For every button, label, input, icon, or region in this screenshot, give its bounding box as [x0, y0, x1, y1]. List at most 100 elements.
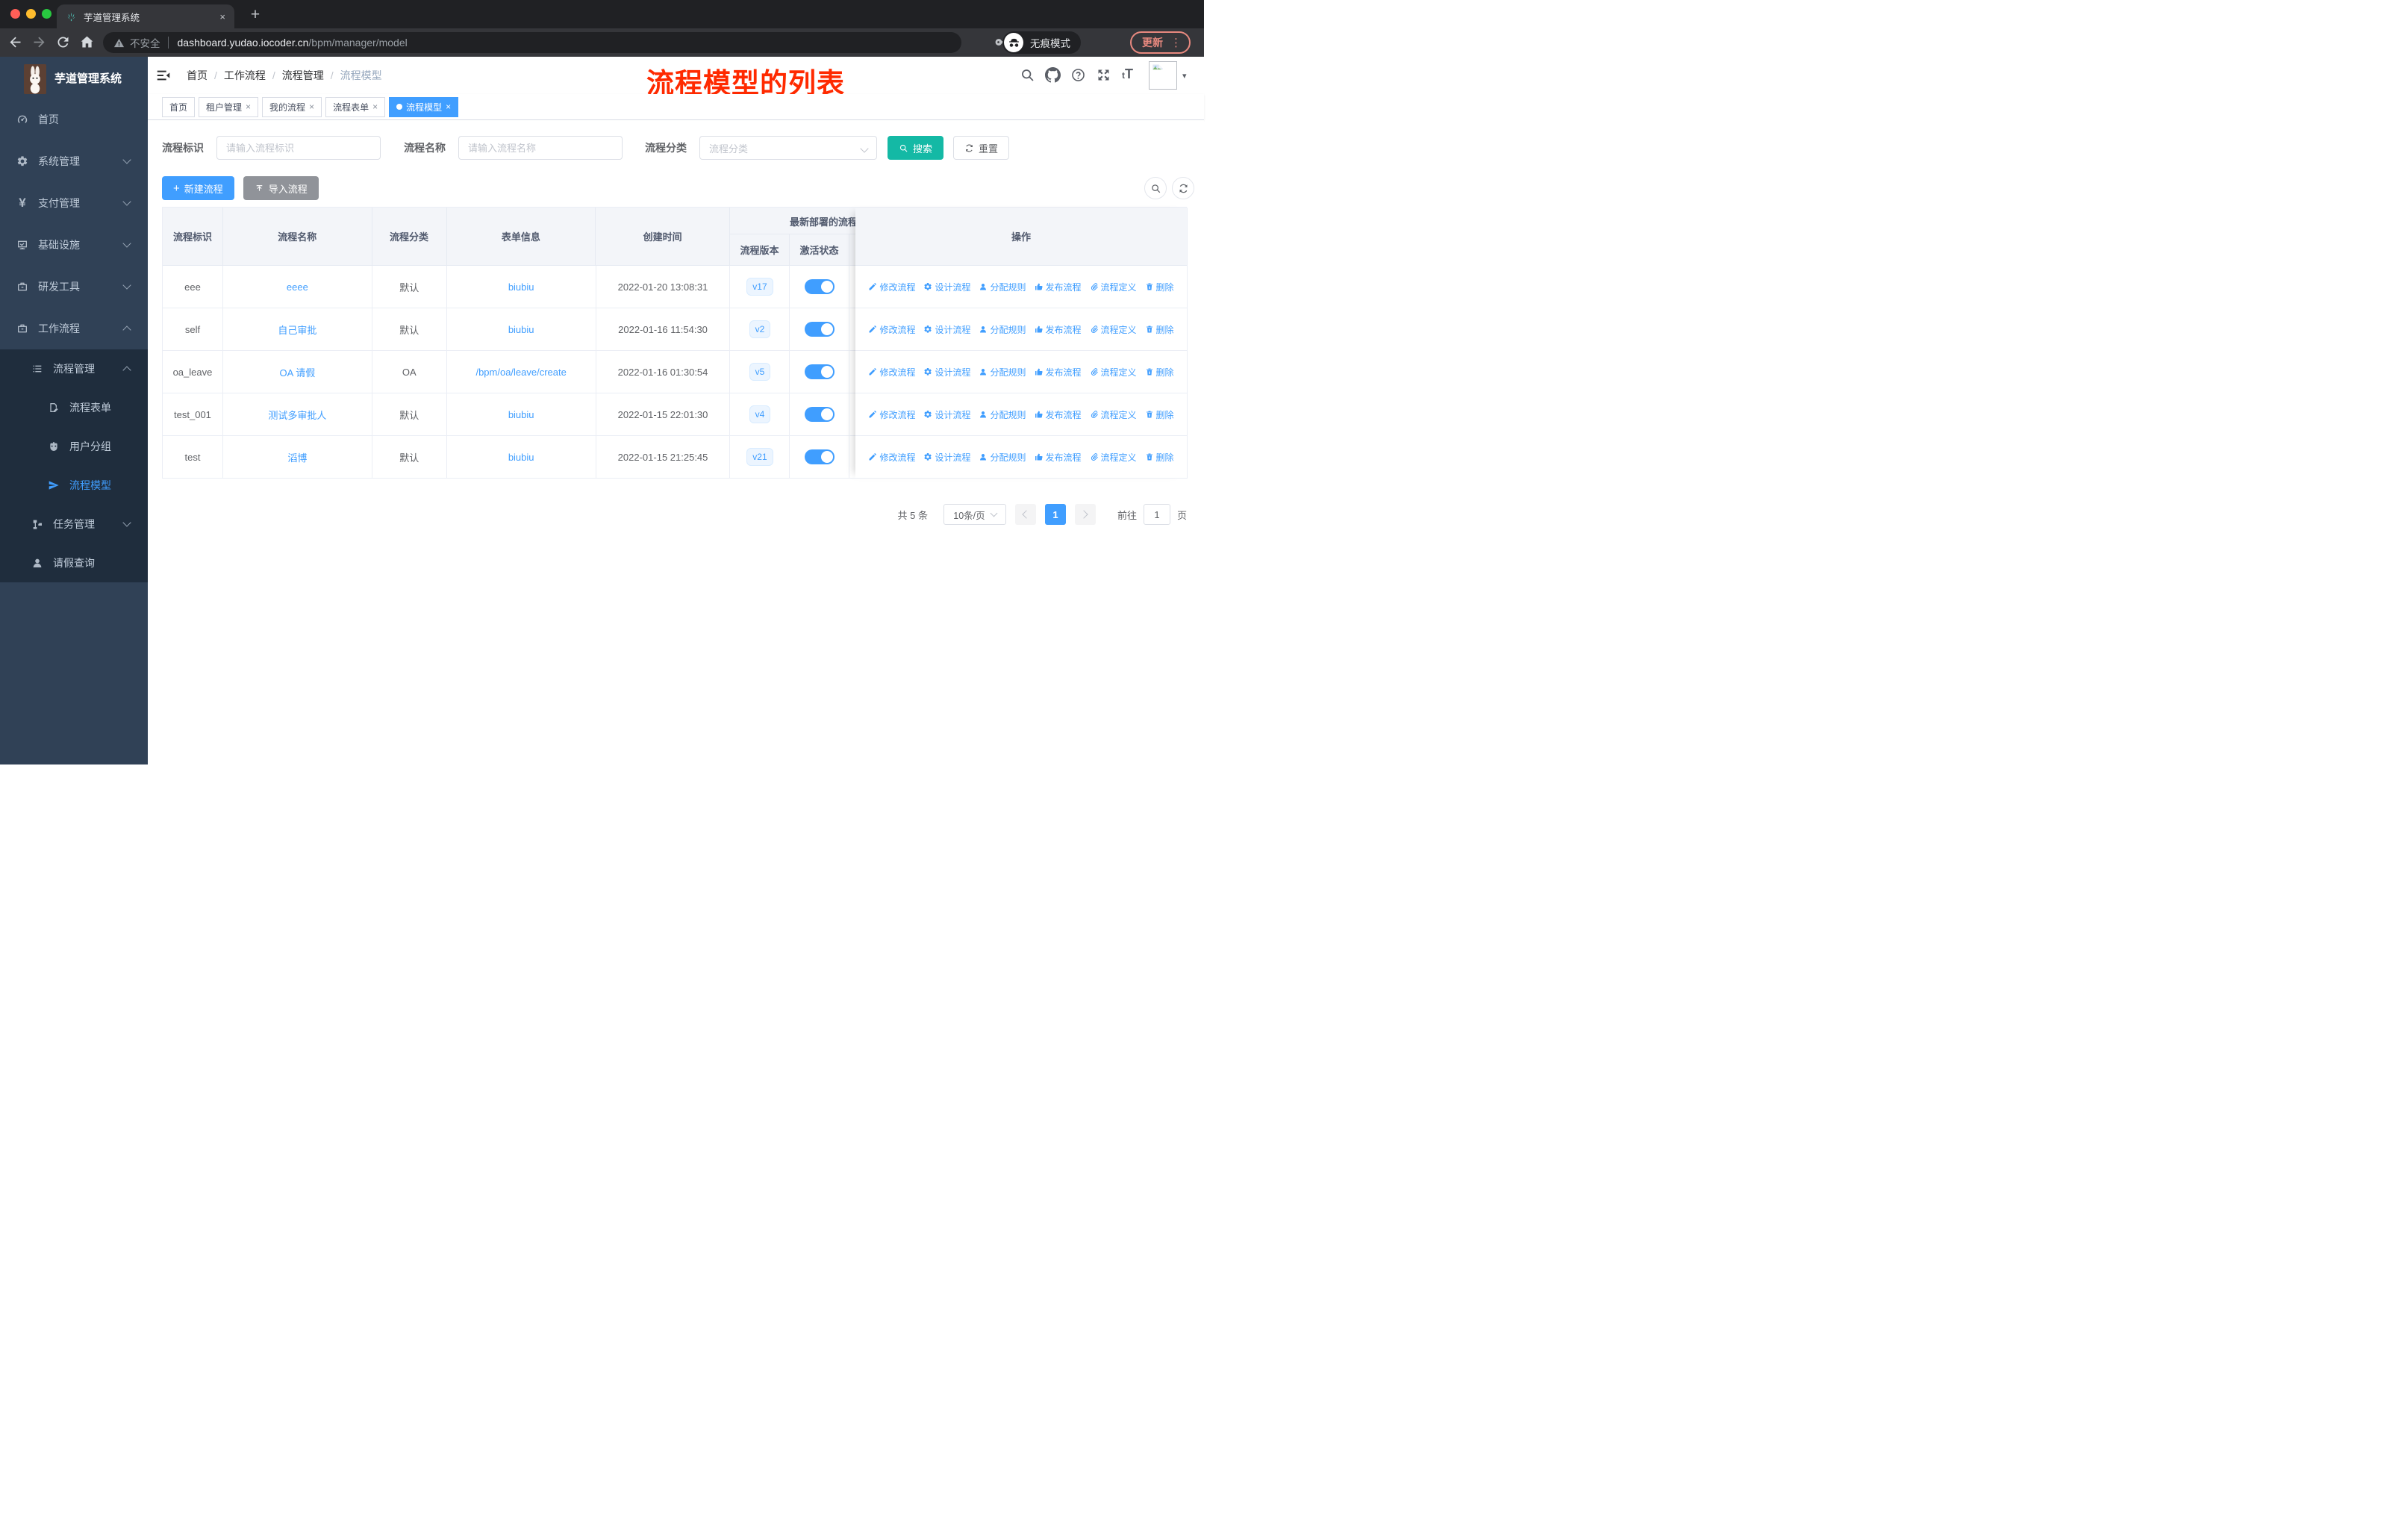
- table-refresh-button[interactable]: [1172, 177, 1194, 199]
- tag-tenant-management[interactable]: 租户管理 ×: [199, 96, 259, 117]
- active-toggle[interactable]: [804, 364, 835, 379]
- sidebar-item-process-model[interactable]: 流程模型: [0, 466, 148, 505]
- action-assign-rule-link[interactable]: 分配规则: [979, 366, 1026, 379]
- sidebar-item-system[interactable]: 系统管理: [0, 140, 148, 182]
- action-definition-link[interactable]: 流程定义: [1090, 366, 1137, 379]
- sidebar-item-task-management[interactable]: 任务管理: [0, 505, 148, 544]
- action-delete-link[interactable]: 删除: [1145, 408, 1174, 421]
- action-publish-link[interactable]: 发布流程: [1035, 281, 1082, 293]
- reload-icon[interactable]: [55, 34, 71, 50]
- tag-my-process[interactable]: 我的流程 ×: [262, 96, 322, 117]
- back-icon[interactable]: [7, 34, 23, 50]
- action-modify-link[interactable]: 修改流程: [868, 323, 915, 336]
- action-design-link[interactable]: 设计流程: [923, 281, 970, 293]
- browser-update-button[interactable]: 更新 ⋮: [1130, 31, 1191, 54]
- import-process-button[interactable]: 导入流程: [243, 176, 319, 200]
- process-name-link[interactable]: 滔博: [287, 450, 307, 464]
- close-tab-icon[interactable]: ×: [219, 11, 225, 22]
- tag-process-form[interactable]: 流程表单 ×: [325, 96, 386, 117]
- active-toggle[interactable]: [804, 407, 835, 422]
- tag-home[interactable]: 首页: [162, 96, 196, 117]
- create-process-button[interactable]: + 新建流程: [162, 176, 234, 200]
- action-modify-link[interactable]: 修改流程: [868, 451, 915, 464]
- action-publish-link[interactable]: 发布流程: [1035, 366, 1082, 379]
- tag-process-model[interactable]: 流程模型 ×: [389, 96, 459, 117]
- sidebar-item-payment[interactable]: ¥ 支付管理: [0, 182, 148, 224]
- browser-tab[interactable]: 芋道管理系统 ×: [57, 4, 234, 28]
- window-controls[interactable]: [10, 9, 52, 19]
- breadcrumb-item[interactable]: 流程管理: [282, 68, 324, 83]
- action-delete-link[interactable]: 删除: [1145, 451, 1174, 464]
- close-icon[interactable]: ×: [309, 102, 314, 112]
- prev-page-button[interactable]: [1014, 504, 1036, 525]
- new-tab-button[interactable]: +: [243, 4, 267, 26]
- maximize-window-button[interactable]: [42, 9, 52, 19]
- active-toggle[interactable]: [804, 322, 835, 337]
- sidebar-item-process-management[interactable]: 流程管理: [0, 349, 148, 388]
- form-link[interactable]: biubiu: [508, 281, 534, 293]
- avatar-caret-icon[interactable]: ▾: [1182, 71, 1187, 81]
- version-badge[interactable]: v21: [746, 448, 773, 466]
- action-definition-link[interactable]: 流程定义: [1090, 281, 1137, 293]
- close-icon[interactable]: ×: [446, 102, 451, 112]
- action-definition-link[interactable]: 流程定义: [1090, 323, 1137, 336]
- action-design-link[interactable]: 设计流程: [923, 408, 970, 421]
- version-badge[interactable]: v5: [749, 363, 771, 381]
- action-publish-link[interactable]: 发布流程: [1035, 323, 1082, 336]
- action-design-link[interactable]: 设计流程: [923, 366, 970, 379]
- action-definition-link[interactable]: 流程定义: [1090, 451, 1137, 464]
- process-name-link[interactable]: eeee: [287, 281, 308, 293]
- active-toggle[interactable]: [804, 449, 835, 464]
- version-badge[interactable]: v4: [749, 405, 771, 423]
- active-toggle[interactable]: [804, 279, 835, 294]
- action-modify-link[interactable]: 修改流程: [868, 281, 915, 293]
- sidebar-item-leave-query[interactable]: 请假查询: [0, 544, 148, 582]
- sidebar-item-workflow[interactable]: 工作流程: [0, 308, 148, 349]
- sidebar-item-dev-tools[interactable]: 研发工具: [0, 266, 148, 308]
- close-icon[interactable]: ×: [372, 102, 378, 112]
- action-modify-link[interactable]: 修改流程: [868, 408, 915, 421]
- page-size-select[interactable]: 10条/页: [943, 504, 1006, 525]
- action-design-link[interactable]: 设计流程: [923, 451, 970, 464]
- next-page-button[interactable]: [1074, 504, 1096, 525]
- forward-icon[interactable]: [31, 34, 47, 50]
- form-link[interactable]: biubiu: [508, 452, 534, 463]
- form-link[interactable]: biubiu: [508, 409, 534, 420]
- version-badge[interactable]: v2: [749, 320, 771, 338]
- search-icon[interactable]: [1020, 67, 1035, 83]
- sidebar-item-user-group[interactable]: 用户分组: [0, 427, 148, 466]
- action-delete-link[interactable]: 删除: [1145, 366, 1174, 379]
- action-design-link[interactable]: 设计流程: [923, 323, 970, 336]
- version-badge[interactable]: v17: [746, 278, 773, 296]
- action-modify-link[interactable]: 修改流程: [868, 366, 915, 379]
- process-name-input[interactable]: [458, 136, 623, 160]
- action-publish-link[interactable]: 发布流程: [1035, 408, 1082, 421]
- breadcrumb-item[interactable]: 首页: [187, 68, 208, 83]
- browser-menu-icon[interactable]: ⋮: [1170, 36, 1182, 49]
- action-assign-rule-link[interactable]: 分配规则: [979, 451, 1026, 464]
- hamburger-icon[interactable]: [155, 67, 172, 84]
- github-icon[interactable]: [1045, 67, 1061, 83]
- action-assign-rule-link[interactable]: 分配规则: [979, 281, 1026, 293]
- minimize-window-button[interactable]: [26, 9, 36, 19]
- fullscreen-icon[interactable]: [1096, 67, 1111, 83]
- sidebar-item-infrastructure[interactable]: 基础设施: [0, 224, 148, 266]
- reset-button[interactable]: 重置: [953, 136, 1010, 160]
- action-publish-link[interactable]: 发布流程: [1035, 451, 1082, 464]
- address-bar[interactable]: 不安全 dashboard.yudao.iocoder.cn/bpm/manag…: [103, 32, 961, 53]
- process-name-link[interactable]: 自己审批: [278, 323, 316, 337]
- form-link[interactable]: /bpm/oa/leave/create: [475, 367, 566, 378]
- process-name-link[interactable]: 测试多审批人: [268, 408, 326, 422]
- update-label[interactable]: 更新: [1142, 35, 1163, 50]
- process-id-input[interactable]: [216, 136, 381, 160]
- help-icon[interactable]: [1070, 67, 1086, 83]
- action-delete-link[interactable]: 删除: [1145, 281, 1174, 293]
- process-category-select[interactable]: 流程分类: [699, 136, 877, 160]
- action-assign-rule-link[interactable]: 分配规则: [979, 323, 1026, 336]
- action-definition-link[interactable]: 流程定义: [1090, 408, 1137, 421]
- sidebar-item-home[interactable]: 首页: [0, 99, 148, 140]
- search-button[interactable]: 搜索: [888, 136, 944, 160]
- close-window-button[interactable]: [10, 9, 20, 19]
- goto-page-input[interactable]: [1143, 504, 1170, 525]
- avatar[interactable]: [1149, 61, 1177, 90]
